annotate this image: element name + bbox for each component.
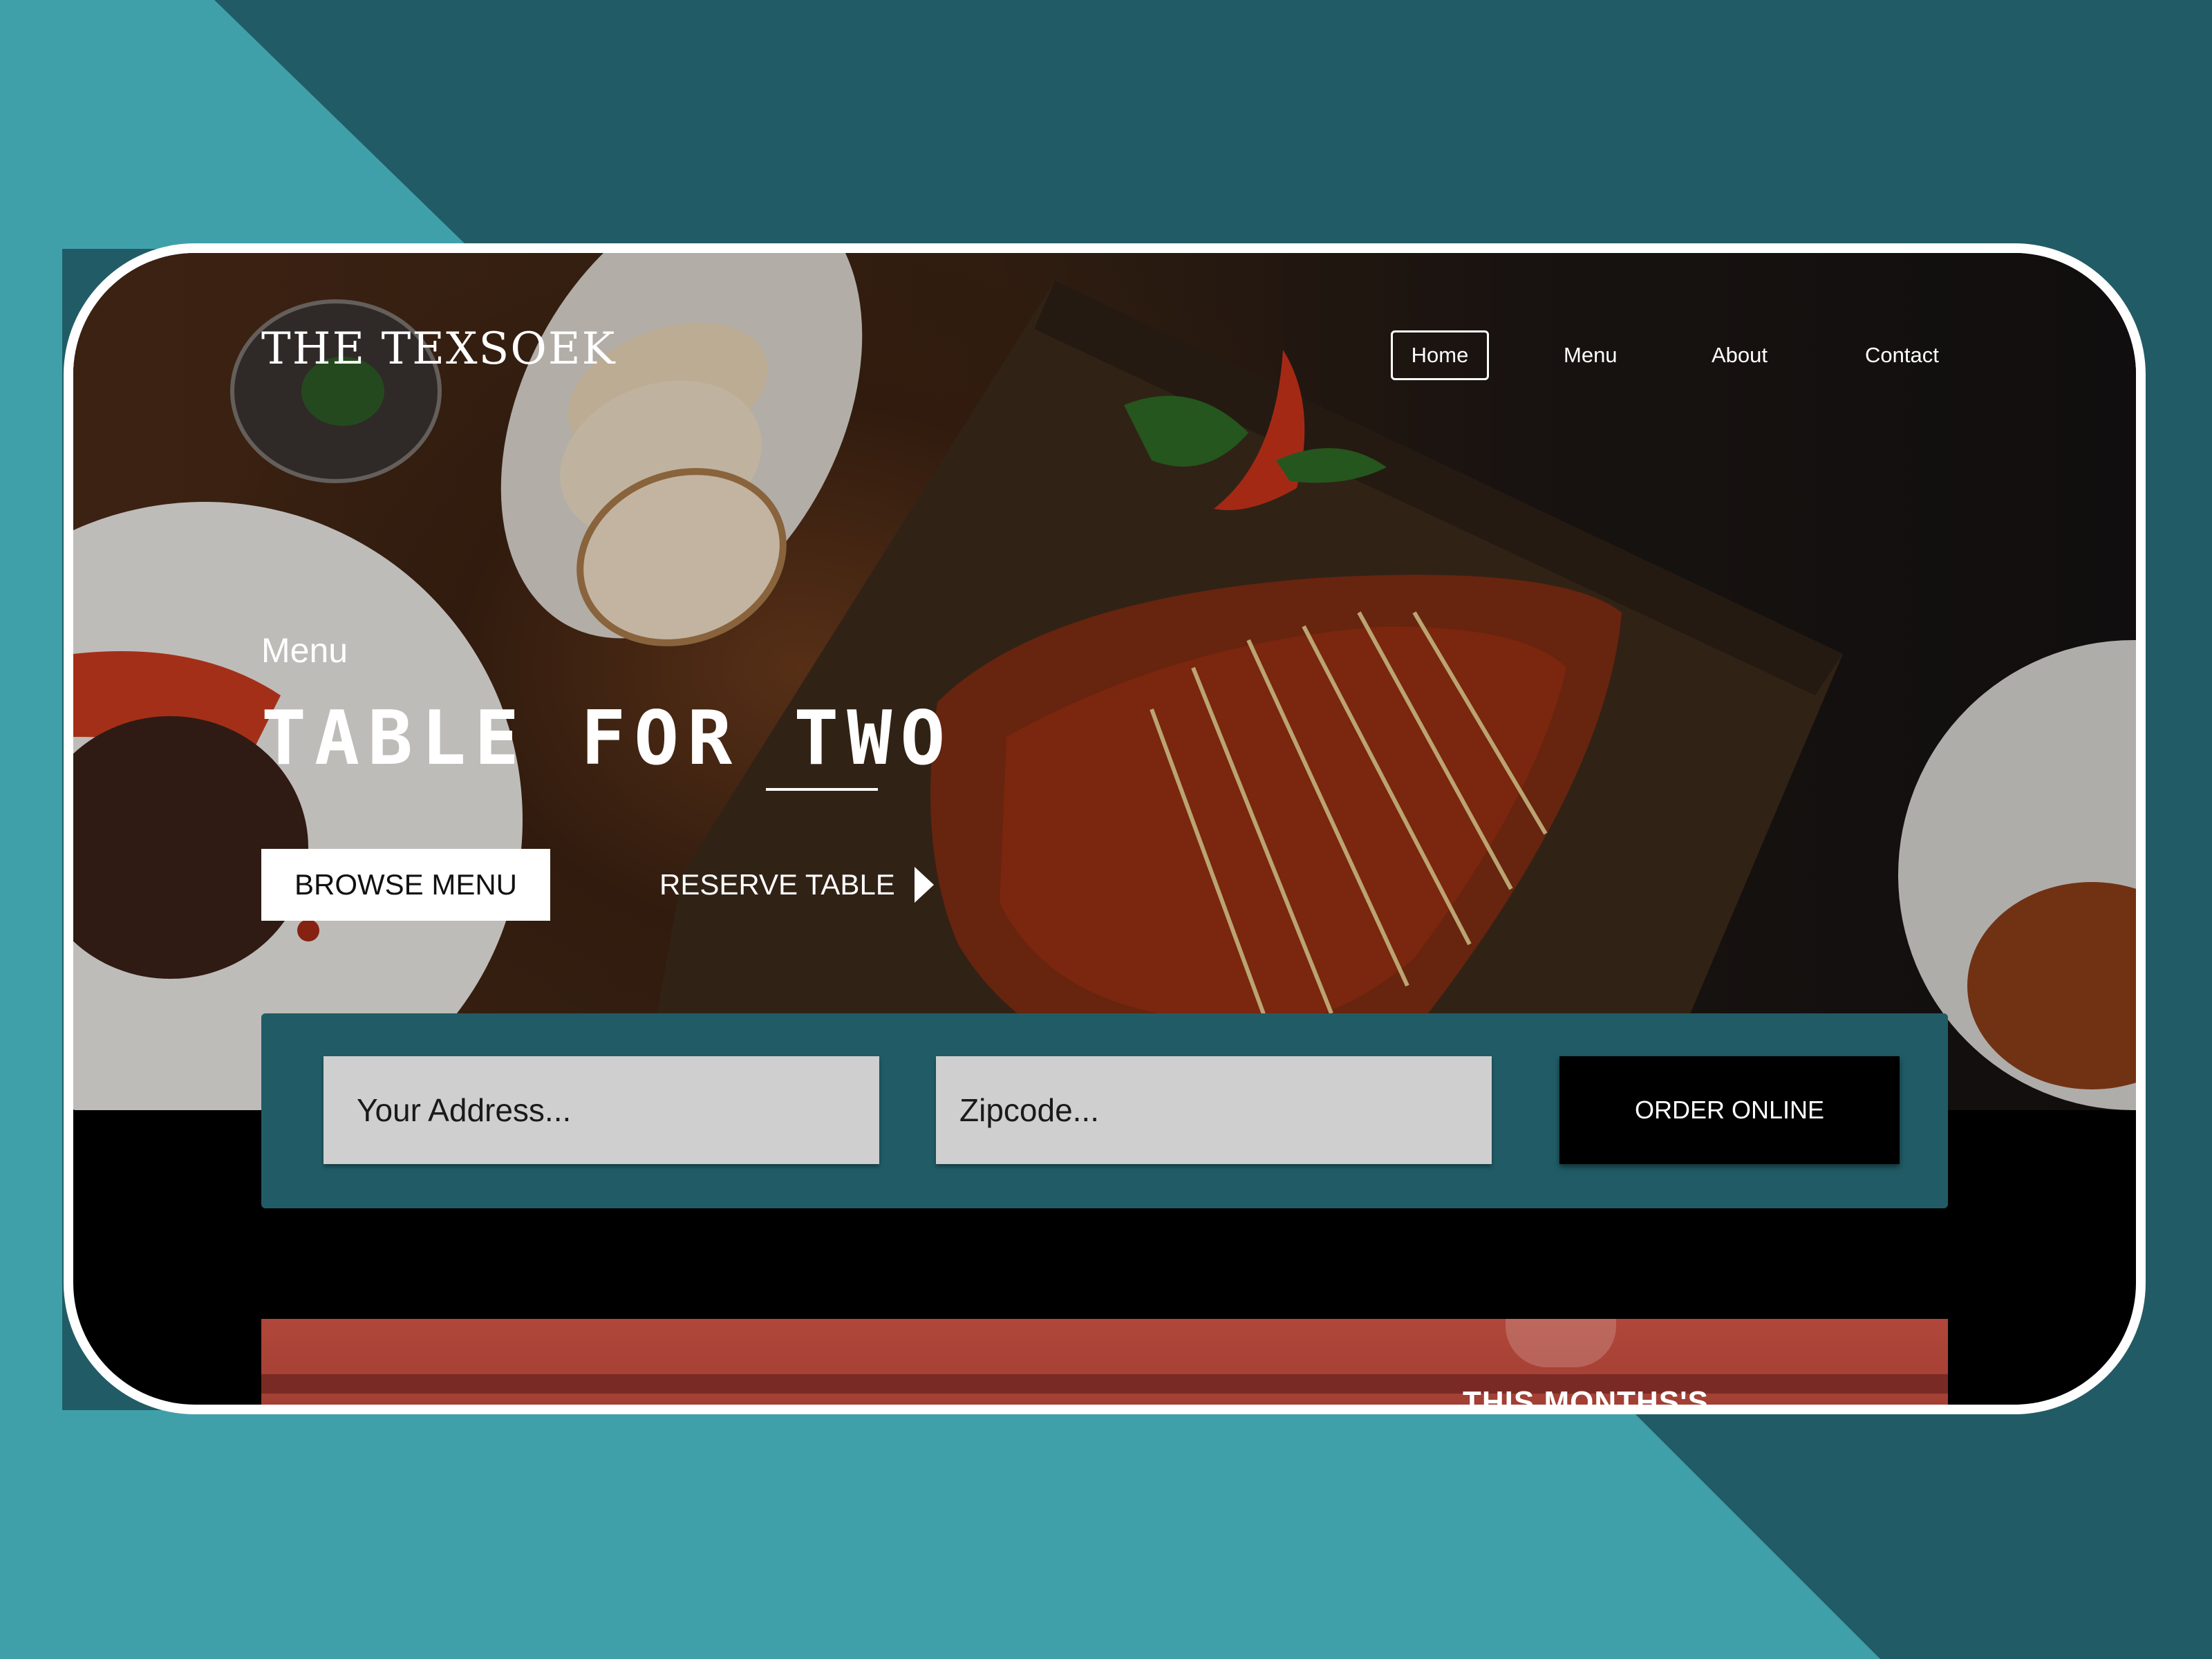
order-online-panel: Your Address... Zipcode... ORDER ONLINE <box>261 1013 1948 1208</box>
nav-home[interactable]: Home <box>1391 330 1489 380</box>
website-screen: THE TEXSOEK Home Menu About Contact Menu… <box>73 253 2136 1405</box>
hero-dark-overlay <box>73 253 2136 1110</box>
browse-menu-button[interactable]: BROWSE MENU <box>261 849 550 921</box>
hero-section: THE TEXSOEK Home Menu About Contact Menu… <box>73 253 2136 1110</box>
feature-title: THIS MONTHS'S <box>1463 1385 1709 1405</box>
feature-glass-image <box>1506 1319 1616 1367</box>
order-online-button[interactable]: ORDER ONLINE <box>1559 1056 1900 1164</box>
hero-headline: TABLE FOR TWO <box>261 695 954 782</box>
nav-menu[interactable]: Menu <box>1564 330 1618 380</box>
nav-about[interactable]: About <box>1712 330 1768 380</box>
address-input[interactable]: Your Address... <box>324 1056 879 1164</box>
reserve-table-label: RESERVE TABLE <box>659 868 895 901</box>
hero-eyebrow: Menu <box>261 631 348 670</box>
zipcode-input[interactable]: Zipcode... <box>936 1056 1492 1164</box>
monthly-feature-section: THIS MONTHS'S <box>261 1319 1948 1405</box>
headline-underline <box>766 788 878 791</box>
play-triangle-icon <box>914 867 934 903</box>
brand-logo[interactable]: THE TEXSOEK <box>261 324 616 375</box>
nav-contact[interactable]: Contact <box>1865 330 1939 380</box>
reserve-table-button[interactable]: RESERVE TABLE <box>659 849 934 921</box>
